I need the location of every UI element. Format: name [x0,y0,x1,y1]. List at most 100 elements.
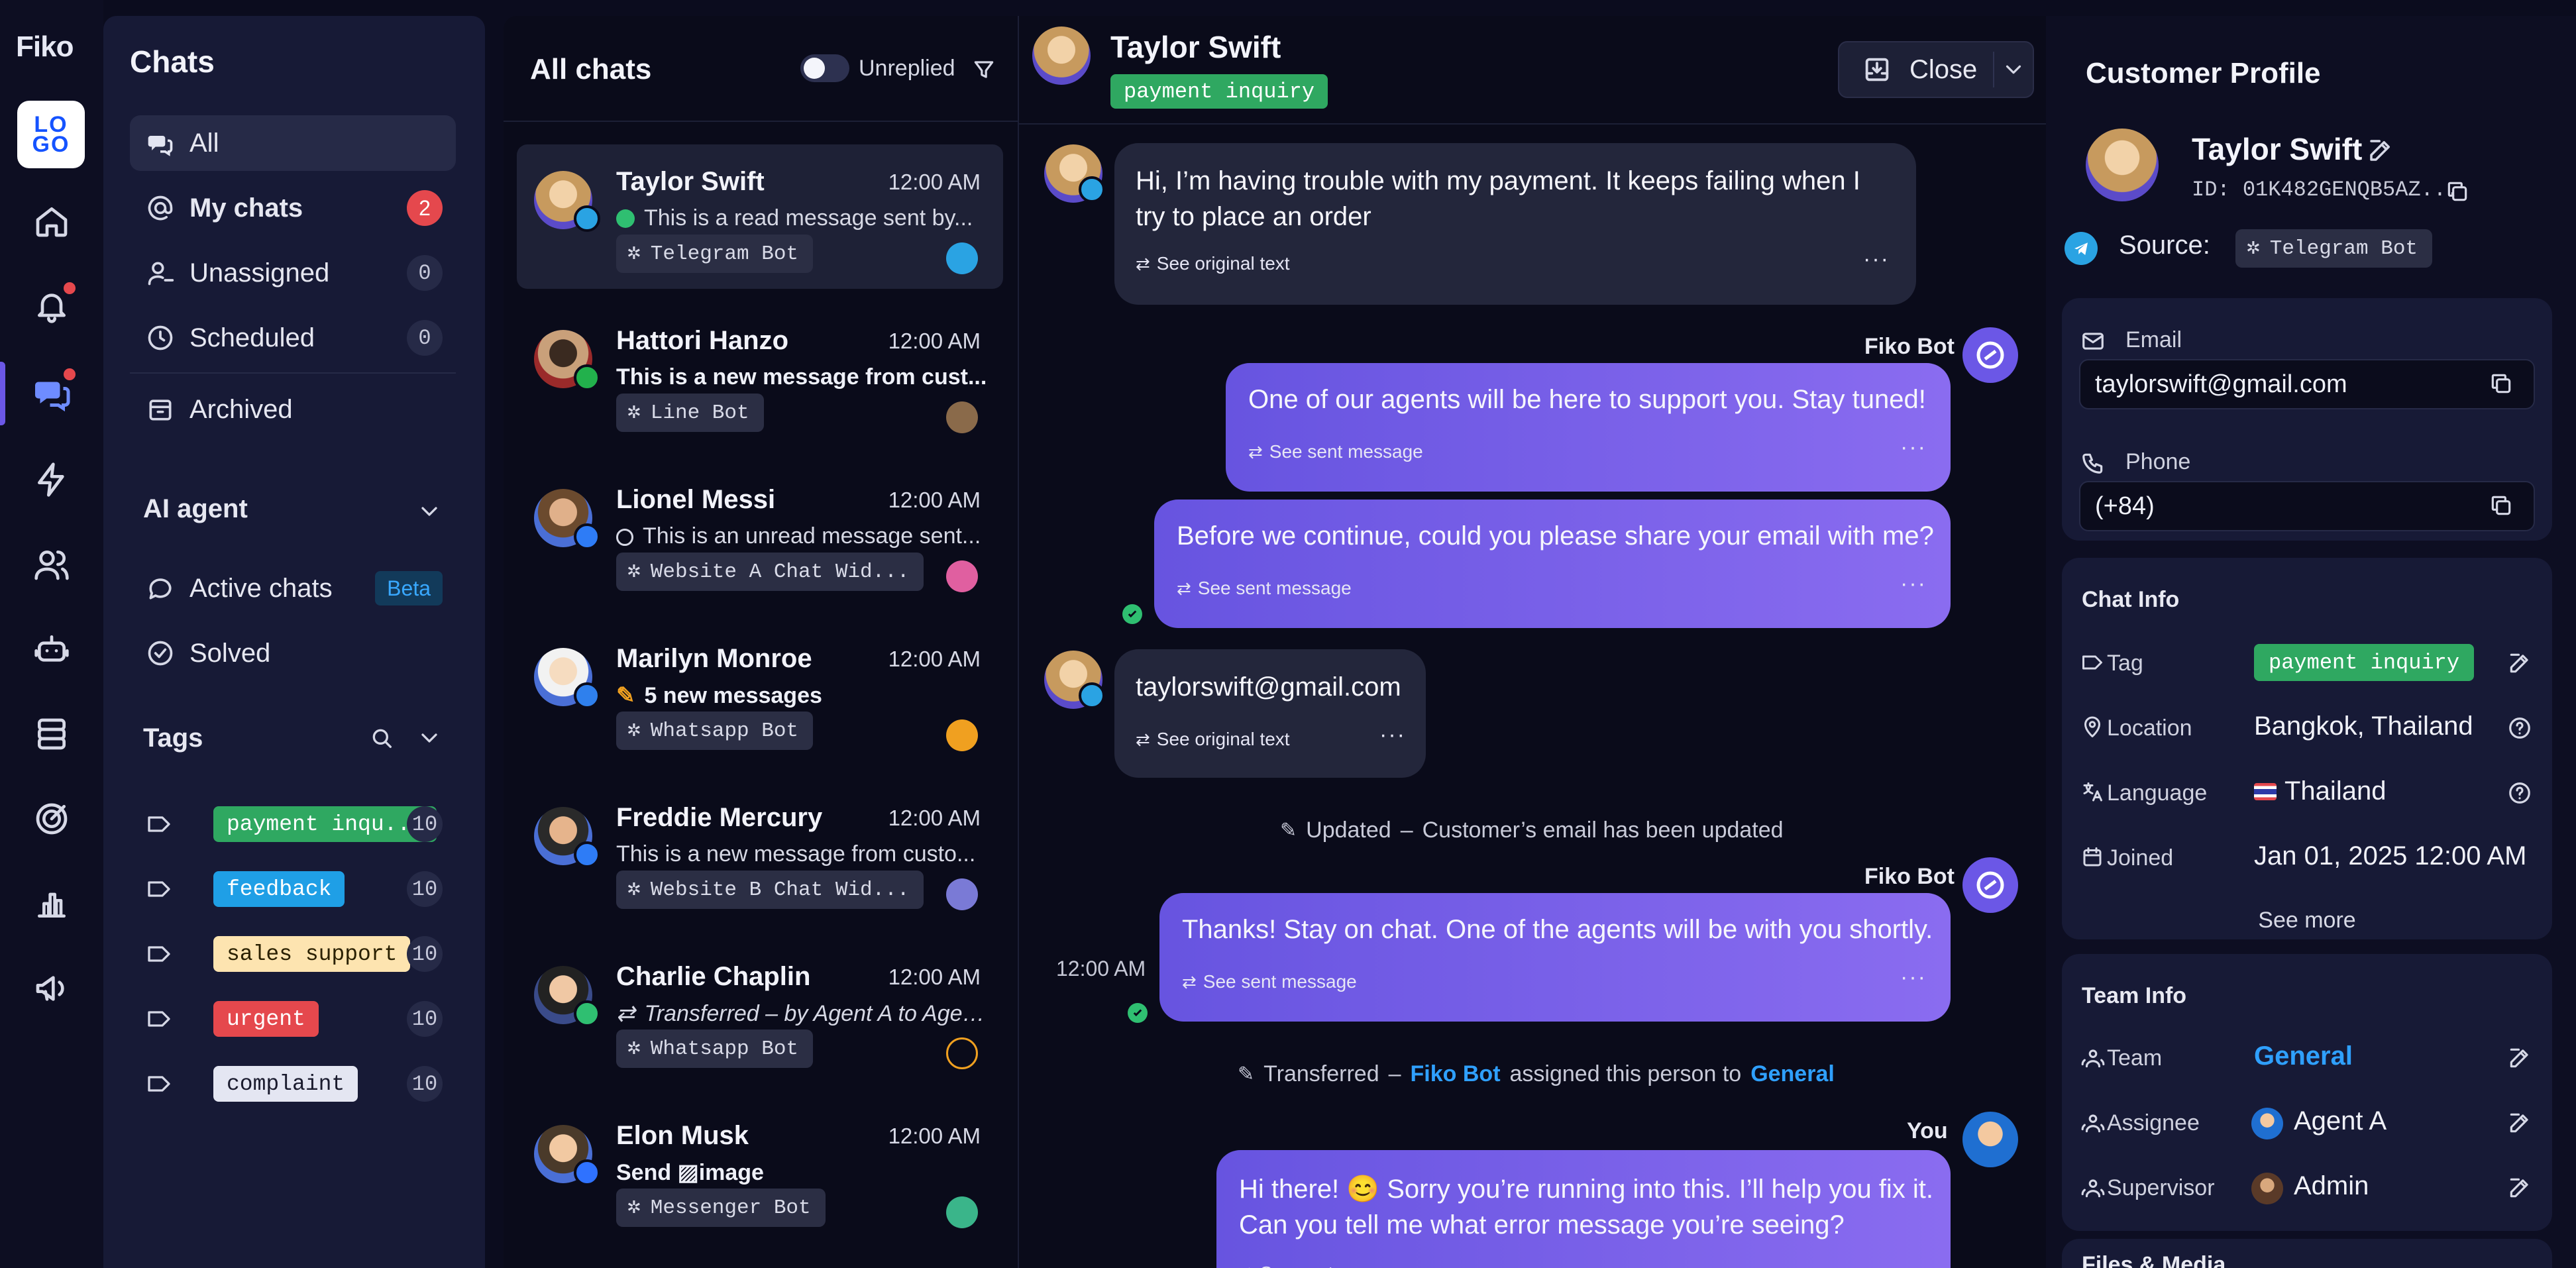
see-sent-message-link[interactable]: ⇄See sent message [1177,578,1352,599]
chat-list-item[interactable]: Marilyn Monroe 12:00 AM ✎ 5 new messages ✲ Wh… [517,621,1003,766]
see-original-link[interactable]: ⇄ See original text [1136,729,1290,750]
nav-item-my-chats[interactable]: My chats 2 [130,180,456,236]
agent-avatar [1962,1112,2018,1167]
more-options-icon[interactable]: ··· [1863,246,1890,272]
unreplied-toggle[interactable] [800,54,849,82]
copy-icon[interactable] [2489,493,2514,518]
system-event-updated: ✎ Updated – Customer’s email has been up… [1280,818,1784,843]
tag-value-pill: payment inquiry [2254,644,2475,681]
edit-icon[interactable] [2507,1110,2532,1136]
see-sent-message-link[interactable]: ⇄See sent message [1248,441,1423,462]
message-text: Before we continue, could you please sha… [1177,521,1934,551]
assignee-mini-avatar [946,242,978,274]
location-value: Bangkok, Thailand [2254,712,2473,741]
help-icon[interactable] [2507,715,2532,741]
tag-pill: sales support [213,936,411,972]
assignee-mini-avatar [946,1037,978,1069]
close-button[interactable]: Close [1839,42,1993,97]
contact-name: Taylor Swift [616,167,765,196]
email-field[interactable]: taylorswift@gmail.com [2079,359,2535,409]
message-preview: This is an unread message sent... [616,523,987,549]
copy-icon[interactable] [2489,371,2514,396]
fiko-bot-icon [1976,341,2004,369]
analytics-icon[interactable] [23,874,81,933]
edit-icon[interactable] [2507,651,2532,676]
profile-avatar [2086,129,2159,201]
more-options-icon[interactable]: ··· [1900,1256,1927,1268]
database-icon[interactable] [23,705,81,763]
copy-icon[interactable] [2445,179,2470,204]
chat-list-item[interactable]: Hattori Hanzo 12:00 AM This is a new messa… [517,303,1003,448]
nav-item-active-chats[interactable]: Active chats Beta [130,560,456,616]
chats-icon[interactable] [23,364,81,423]
assignee-mini-avatar [946,401,978,433]
chevron-down-icon[interactable] [2001,57,2026,82]
nav-item-solved[interactable]: Solved [130,625,456,681]
message-bubble-customer: taylorswift@gmail.com ⇄ See original text… [1114,649,1426,778]
message-time: 12:00 AM [888,170,981,194]
assignee-avatar [2251,1108,2283,1139]
chevron-down-icon[interactable] [416,498,443,525]
filter-icon[interactable] [971,57,996,82]
event-target-link[interactable]: General [1750,1061,1835,1087]
workspace-logo[interactable]: LO GO [17,101,85,168]
messenger-icon [574,1159,600,1186]
contacts-icon[interactable] [23,535,81,594]
contact-tag[interactable]: payment inquiry [1110,74,1328,109]
contact-name: Freddie Mercury [616,803,823,832]
see-more-link[interactable]: See more [2062,908,2552,933]
chat-list-item[interactable]: Lionel Messi 12:00 AM This is an unread me… [517,462,1003,607]
notifications-icon[interactable] [23,277,81,335]
see-sent-message-link[interactable]: ⇄See sent message [1239,1263,1414,1268]
edit-icon[interactable] [2507,1175,2532,1200]
target-icon[interactable] [23,790,81,848]
contact-name: Charlie Chaplin [616,962,811,991]
nav-item-all[interactable]: All [130,115,456,171]
tag-item[interactable]: payment inqu... 10 [130,796,456,852]
help-icon[interactable] [2507,780,2532,806]
chat-list-item[interactable]: Elon Musk 12:00 AM Send ▨image ✲ Messenger B… [517,1098,1003,1243]
bot-icon[interactable] [23,620,81,678]
chat-list-item[interactable]: Taylor Swift 12:00 AM This is a read messa… [517,144,1003,289]
see-sent-message-link[interactable]: ⇄See sent message [1182,971,1357,992]
new-messages-icon: ✎ [616,683,635,708]
message-preview: This is a new message from cust... [616,364,987,390]
event-kind: Updated [1306,818,1391,843]
more-options-icon[interactable]: ··· [1379,722,1406,748]
nav-item-unassigned[interactable]: Unassigned 0 [130,245,456,301]
edit-icon[interactable] [2367,136,2394,164]
contact-avatar[interactable] [1032,26,1091,85]
edit-icon[interactable] [2507,1045,2532,1071]
assignee-icon [2081,1114,2105,1133]
chevron-down-icon[interactable] [416,725,443,751]
nav-item-scheduled[interactable]: Scheduled 0 [130,310,456,366]
message-preview: Send ▨image [616,1160,764,1185]
nav-item-archived[interactable]: Archived [130,382,456,437]
message-text: Hi there! 😊 Sorry you’re running into th… [1239,1175,1934,1204]
assignee-mini-avatar [946,560,978,592]
phone-field[interactable]: (+84) [2079,481,2535,531]
chat-list-item[interactable]: Freddie Mercury 12:00 AM This is a new mes… [517,780,1003,925]
tag-item[interactable]: sales support 10 [130,926,456,982]
files-media-card: Files & Media [2062,1239,2552,1268]
automation-bolt-icon[interactable] [23,450,81,509]
more-options-icon[interactable]: ··· [1900,571,1927,597]
team-value-link[interactable]: General [2254,1041,2353,1071]
event-actor-link[interactable]: Fiko Bot [1411,1061,1501,1087]
team-icon [2081,1049,2105,1068]
message-text: taylorswift@gmail.com [1136,672,1401,702]
search-icon[interactable] [368,725,395,751]
home-icon[interactable] [23,192,81,250]
team-info-title: Team Info [2082,983,2187,1008]
tag-item[interactable]: complaint 10 [130,1056,456,1112]
tag-item[interactable]: feedback 10 [130,861,456,917]
more-options-icon[interactable]: ··· [1900,965,1927,990]
chat-list-item[interactable]: Charlie Chaplin 12:00 AM ⇄ Transferred – by… [517,939,1003,1084]
chat-info-title: Chat Info [2082,587,2180,612]
see-original-link[interactable]: ⇄ See original text [1136,253,1290,274]
tag-item[interactable]: urgent 10 [130,991,456,1047]
broadcast-icon[interactable] [23,959,81,1018]
ai-agent-section-title: AI agent [143,494,248,523]
more-options-icon[interactable]: ··· [1900,435,1927,460]
nav-item-label: My chats [189,193,303,223]
